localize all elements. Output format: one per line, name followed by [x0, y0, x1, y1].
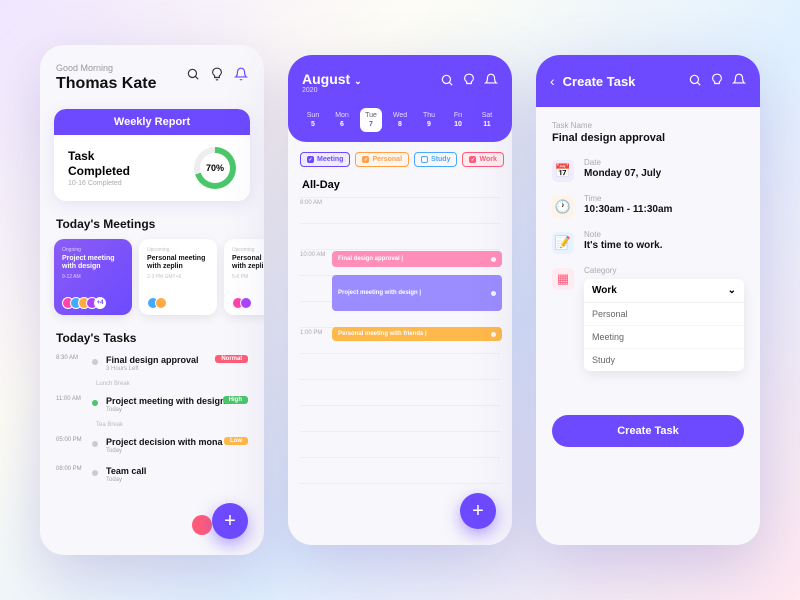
- task-row[interactable]: 8:30 AM Final design approval3 Hours Lef…: [56, 349, 248, 378]
- search-icon[interactable]: [440, 73, 454, 87]
- fab-secondary[interactable]: [192, 515, 212, 535]
- meetings-heading: Today's Meetings: [40, 209, 264, 235]
- bell-icon[interactable]: [732, 73, 746, 87]
- task-row[interactable]: 11:00 AM Project meeting with designToda…: [56, 390, 248, 419]
- filter-tag-personal[interactable]: Personal: [355, 152, 409, 167]
- filter-tag-meeting[interactable]: Meeting: [300, 152, 350, 167]
- bulb-icon[interactable]: [710, 73, 724, 87]
- meeting-card[interactable]: Ongoing Project meeting with design 9-12…: [54, 239, 132, 315]
- create-task-button[interactable]: Create Task: [552, 415, 744, 447]
- calendar-day[interactable]: Wed8: [389, 108, 411, 132]
- progress-percent: 70%: [200, 153, 230, 183]
- report-sub: 10-16 Completed: [68, 180, 130, 187]
- time-field[interactable]: 🕐 Time10:30am - 11:30am: [552, 194, 744, 218]
- task-row[interactable]: 05:00 PM Project decision with monaToday…: [56, 431, 248, 460]
- dropdown-option[interactable]: Personal: [584, 303, 744, 326]
- timeline-row: [300, 223, 500, 249]
- search-icon[interactable]: [186, 67, 200, 81]
- calendar-day[interactable]: Sat11: [476, 108, 498, 132]
- task-name-label: Task Name: [552, 121, 744, 130]
- back-icon[interactable]: ‹: [550, 73, 555, 89]
- calendar-day[interactable]: Tue7: [360, 108, 382, 132]
- event-block[interactable]: Personal meeting with friends |: [332, 327, 502, 341]
- filter-tag-work[interactable]: Work: [462, 152, 503, 167]
- bell-icon[interactable]: [484, 73, 498, 87]
- break-label: Lunch Break: [56, 378, 248, 390]
- task-name-input[interactable]: Final design approval: [552, 132, 744, 144]
- bell-icon[interactable]: [234, 67, 248, 81]
- tasks-heading: Today's Tasks: [40, 323, 264, 349]
- dropdown-option[interactable]: Study: [584, 349, 744, 371]
- calendar-day[interactable]: Fri10: [447, 108, 469, 132]
- bulb-icon[interactable]: [462, 73, 476, 87]
- priority-badge: High: [223, 396, 248, 404]
- weekly-report-card[interactable]: Weekly Report TaskCompleted 10-16 Comple…: [54, 109, 250, 201]
- date-field[interactable]: 📅 DateMonday 07, July: [552, 158, 744, 182]
- calendar-icon: 📅: [552, 160, 574, 182]
- timeline-row: [300, 405, 500, 431]
- allday-heading: All-Day: [288, 177, 512, 197]
- clock-icon: 🕐: [552, 196, 574, 218]
- break-label: Tea Break: [56, 419, 248, 431]
- timeline-row: [300, 457, 500, 483]
- priority-badge: Low: [224, 437, 248, 445]
- calendar-day[interactable]: Thu9: [418, 108, 440, 132]
- event-block[interactable]: Project meeting with design |: [332, 275, 502, 311]
- category-dropdown[interactable]: Work⌄ Personal Meeting Study: [584, 279, 744, 371]
- dropdown-option[interactable]: Meeting: [584, 326, 744, 349]
- meeting-card[interactable]: Upcoming Personal meeting with zeplin 5-…: [224, 239, 264, 315]
- search-icon[interactable]: [688, 73, 702, 87]
- filter-tag-study[interactable]: Study: [414, 152, 457, 167]
- priority-badge: Normal: [215, 355, 248, 363]
- note-icon: 📝: [552, 232, 574, 254]
- note-field[interactable]: 📝 NoteIt's time to work.: [552, 230, 744, 254]
- calendar-screen: August ⌄ 2020 Sun5Mon6Tue7Wed8Thu9Fri10S…: [288, 55, 512, 545]
- calendar-day[interactable]: Mon6: [331, 108, 353, 132]
- create-task-screen: ‹ Create Task Task Name Final design app…: [536, 55, 760, 545]
- event-block[interactable]: Final design approval |: [332, 251, 502, 267]
- avatar-stack: +4: [62, 297, 106, 309]
- timeline-row: 8:00 AM: [300, 197, 500, 223]
- timeline-row: [300, 353, 500, 379]
- report-title: Weekly Report: [54, 109, 250, 135]
- timeline-row: [300, 431, 500, 457]
- home-screen: Good Morning Thomas Kate Weekly Report T…: [40, 45, 264, 555]
- report-heading: TaskCompleted: [68, 149, 130, 178]
- category-field[interactable]: ▦ Category Work⌄ Personal Meeting Study: [552, 266, 744, 371]
- task-row[interactable]: 08:00 PM Team callToday: [56, 460, 248, 489]
- bulb-icon[interactable]: [210, 67, 224, 81]
- calendar-day[interactable]: Sun5: [302, 108, 324, 132]
- page-title: Create Task: [563, 74, 636, 89]
- add-button[interactable]: +: [212, 503, 248, 539]
- add-button[interactable]: +: [460, 493, 496, 529]
- chevron-down-icon: ⌄: [728, 285, 736, 296]
- progress-ring: 70%: [194, 147, 236, 189]
- meeting-card[interactable]: Upcoming Personal meeting with zeplin 2-…: [139, 239, 217, 315]
- timeline-row: [300, 379, 500, 405]
- category-icon: ▦: [552, 268, 574, 290]
